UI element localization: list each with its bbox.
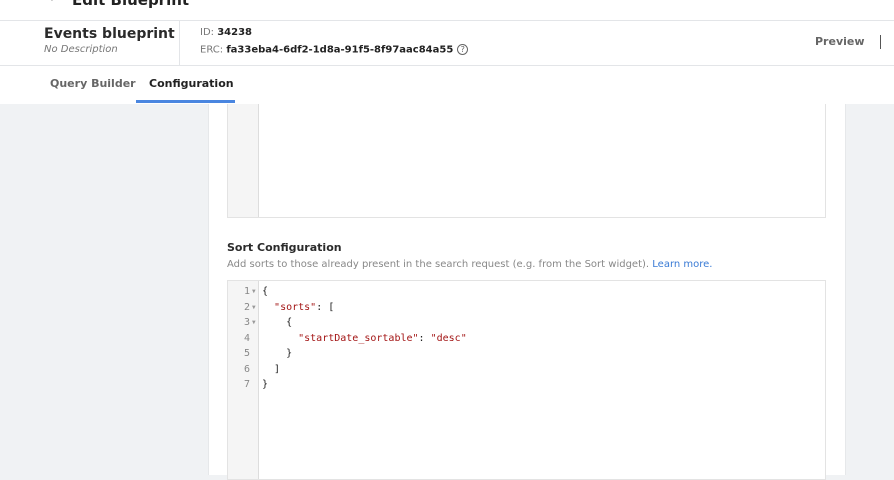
code-line: 1 ▼ {: [228, 284, 818, 300]
sort-config-title: Sort Configuration: [227, 241, 342, 254]
active-tab-indicator: [136, 100, 235, 103]
page-title: Edit Blueprint: [72, 0, 190, 9]
question-circle-icon[interactable]: ?: [457, 44, 469, 55]
blueprint-name: Events blueprint: [44, 26, 175, 42]
blueprint-header: Events blueprint No Description ID: 3423…: [0, 21, 894, 66]
code-text: {: [262, 315, 292, 331]
erc-label: ERC:: [200, 44, 224, 56]
fold-arrow-icon[interactable]: ▼: [252, 284, 256, 300]
line-number: 4: [243, 332, 250, 344]
fold-arrow-icon[interactable]: ▼: [252, 315, 256, 331]
code-line: 4 "startDate_sortable": "desc": [228, 331, 818, 347]
fold-arrow-icon[interactable]: ▼: [252, 300, 256, 316]
code-token: {: [286, 317, 293, 328]
code-token: :: [418, 332, 431, 344]
code-text: "sorts": [: [262, 300, 334, 316]
erc-value: fa33eba4-6df2-1d8a-91f5-8f97aac84a55: [226, 44, 454, 56]
id-label: ID:: [200, 27, 215, 38]
code-token: ]: [274, 363, 281, 375]
tab-query-builder[interactable]: Query Builder: [50, 77, 136, 90]
code-line: 3 ▼ {: [228, 315, 818, 331]
code-token: {: [262, 286, 269, 297]
description-text: Add sorts to those already present in th…: [227, 259, 650, 270]
code-text: }: [262, 346, 292, 362]
line-number: 7: [243, 379, 250, 390]
divider: [880, 35, 881, 49]
code-text: ]: [262, 362, 280, 378]
tab-configuration[interactable]: Configuration: [149, 77, 234, 90]
code-token: "startDate_sortable": [298, 332, 419, 344]
code-editor-previous[interactable]: [227, 104, 826, 218]
line-number: 3: [243, 317, 250, 328]
code-token: : [: [316, 301, 335, 313]
blueprint-erc: ERC: fa33eba4-6df2-1d8a-91f5-8f97aac84a5…: [200, 44, 469, 56]
editor-gutter: [228, 104, 259, 217]
preview-button[interactable]: Preview: [815, 35, 865, 48]
code-token: }: [286, 348, 293, 359]
code-line: 2 ▼ "sorts": [: [228, 300, 818, 316]
line-number: 6: [243, 363, 250, 375]
top-bar: ‹ Edit Blueprint: [0, 0, 894, 21]
code-text: "startDate_sortable": "desc": [262, 331, 467, 347]
blueprint-description: No Description: [44, 44, 118, 55]
id-value: 34238: [217, 27, 253, 38]
line-number: 1: [243, 286, 250, 297]
sort-config-editor[interactable]: 1 ▼{2 ▼ "sorts": [3 ▼ {4 "startDate_sortabl…: [227, 280, 826, 480]
code-line: 5 }: [228, 346, 818, 362]
learn-more-link[interactable]: Learn more.: [652, 259, 712, 270]
line-number: 2: [243, 301, 250, 313]
chevron-left-icon[interactable]: ‹: [48, 0, 54, 6]
blueprint-id: ID: 34238: [200, 27, 252, 38]
tab-bar: Query Builder Configuration: [0, 66, 894, 104]
code-line: 6 ]: [228, 362, 818, 378]
code-token: }: [262, 379, 269, 390]
code-line: 7}: [228, 377, 818, 393]
code-token: "sorts": [274, 301, 317, 313]
code-text: }: [262, 377, 268, 393]
divider: [179, 21, 180, 65]
line-number: 5: [243, 348, 250, 359]
code-text: {: [262, 284, 268, 300]
code-token: "desc": [430, 332, 467, 344]
sort-config-description: Add sorts to those already present in th…: [227, 259, 712, 270]
